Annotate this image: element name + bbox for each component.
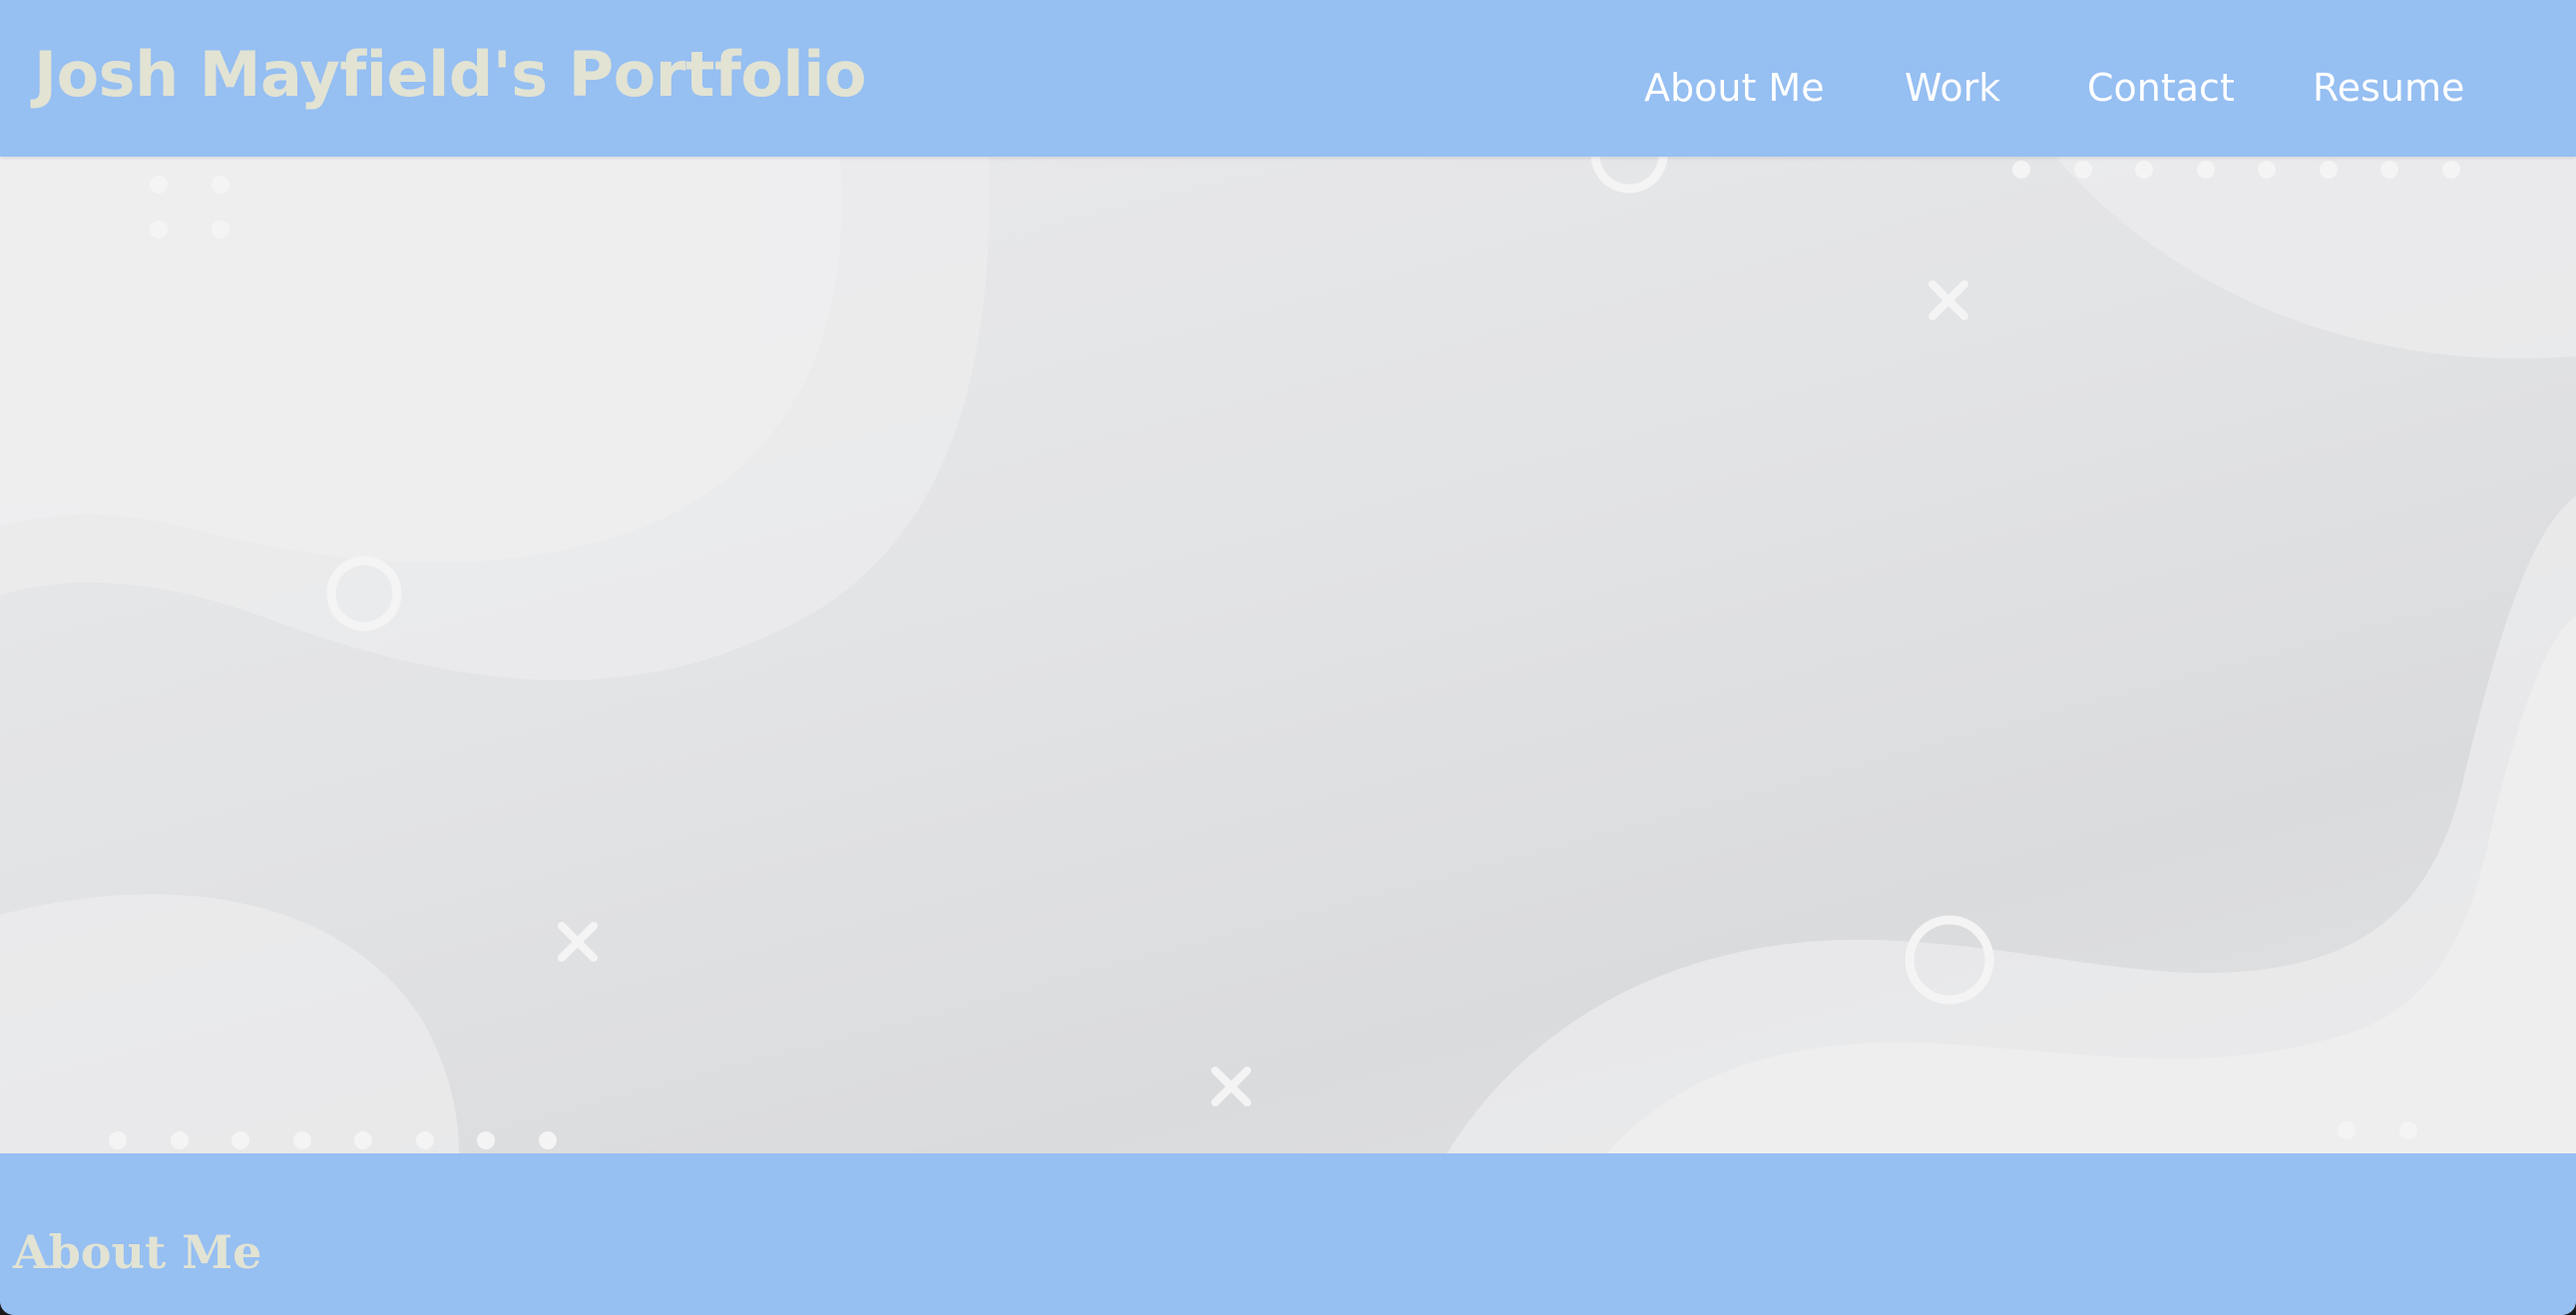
main-nav: About Me Work Contact Resume — [0, 66, 2576, 126]
hero-banner — [0, 157, 2576, 1153]
wave-shape-top-right — [2055, 157, 2576, 359]
wave-shape-bottom-left — [0, 894, 459, 1153]
nav-link-work[interactable]: Work — [1905, 66, 2000, 110]
x-mark-icon — [558, 922, 598, 962]
nav-link-resume[interactable]: Resume — [2313, 66, 2464, 110]
site-header: Josh Mayfield's Portfolio About Me Work … — [0, 0, 2576, 157]
x-mark-icon — [1211, 1067, 1251, 1106]
about-heading: About Me — [13, 1225, 262, 1279]
portfolio-page: Josh Mayfield's Portfolio About Me Work … — [0, 0, 2576, 1315]
circle-ring-icon — [1590, 157, 1668, 194]
x-mark-icon — [1929, 280, 1968, 320]
nav-link-contact[interactable]: Contact — [2087, 66, 2235, 110]
nav-link-about-me[interactable]: About Me — [1644, 66, 1825, 110]
about-section: About Me — [0, 1153, 2576, 1315]
hero-background-pattern — [0, 157, 2576, 1153]
